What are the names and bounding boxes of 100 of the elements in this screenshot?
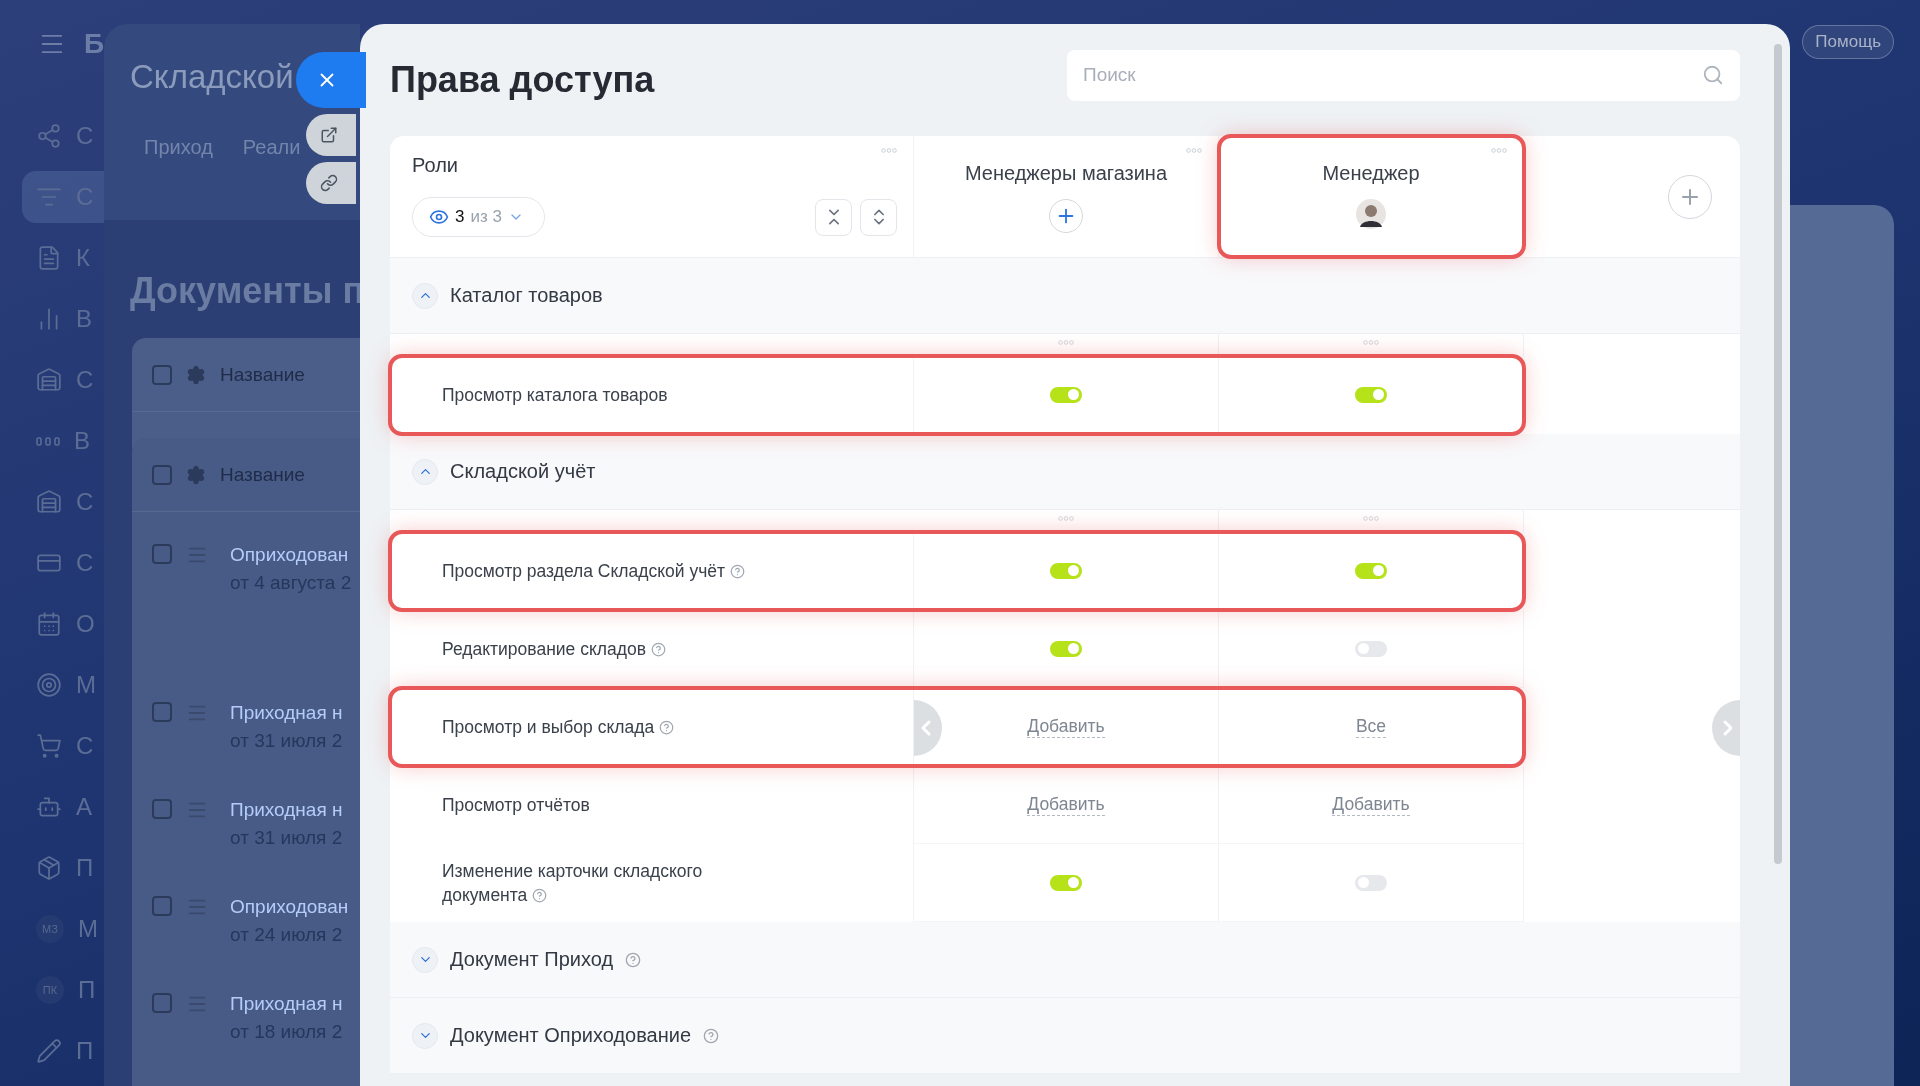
add-button[interactable] <box>1049 199 1083 233</box>
toggle-switch[interactable] <box>1355 562 1387 579</box>
gear-icon[interactable] <box>186 364 206 385</box>
toggle-switch[interactable] <box>1050 386 1082 403</box>
close-button[interactable] <box>296 52 366 108</box>
access-link[interactable]: Добавить <box>1027 714 1105 739</box>
box-icon <box>36 855 62 881</box>
dots-icon[interactable] <box>881 148 897 153</box>
eye-icon <box>429 207 449 227</box>
checkbox[interactable] <box>152 993 172 1013</box>
permission-name: Просмотр каталога товаров <box>442 383 668 407</box>
document-link[interactable]: Приходная н <box>230 799 343 821</box>
brand-letter: Б <box>83 28 104 60</box>
section-toggle[interactable] <box>412 1022 438 1049</box>
role-title: Менеджер <box>1322 162 1420 185</box>
copy-link-button[interactable] <box>306 162 356 204</box>
panel-title: Складской <box>130 58 294 96</box>
toggle-switch[interactable] <box>1355 640 1387 657</box>
sidebar-item[interactable]: О <box>22 598 104 650</box>
target-icon <box>36 672 62 698</box>
add-role-button[interactable] <box>1668 174 1712 219</box>
open-new-window-button[interactable] <box>306 114 356 156</box>
sidebar-item[interactable]: М <box>22 659 104 711</box>
dots-icon[interactable] <box>1491 148 1507 153</box>
sidebar-item[interactable]: П <box>22 842 104 894</box>
gear-icon[interactable] <box>186 464 206 485</box>
avatar <box>1356 199 1386 229</box>
sidebar-item[interactable]: С <box>22 720 104 772</box>
pencil-icon <box>36 1038 62 1064</box>
sidebar-item[interactable]: А <box>22 781 104 833</box>
roles-label: Роли <box>412 154 459 177</box>
access-link[interactable]: Добавить <box>1332 792 1410 817</box>
checkbox[interactable] <box>152 702 172 722</box>
toggle-switch[interactable] <box>1355 874 1387 891</box>
tab[interactable]: Приход <box>144 136 213 159</box>
help-icon[interactable] <box>650 641 666 657</box>
tab[interactable]: Реали <box>242 136 301 159</box>
document-link[interactable]: Оприходован <box>230 896 349 918</box>
robot-icon <box>36 794 62 820</box>
search-icon[interactable] <box>1702 63 1724 86</box>
toggle-switch[interactable] <box>1050 874 1082 891</box>
roles-filter[interactable]: 3 из 3 <box>412 197 545 237</box>
cart-icon <box>36 733 62 759</box>
dots-icon[interactable] <box>1363 340 1379 345</box>
total-count: из 3 <box>470 207 502 227</box>
dots-icon <box>36 436 60 446</box>
section-toggle[interactable] <box>412 458 438 485</box>
checkbox[interactable] <box>152 544 172 564</box>
link-icon <box>320 174 338 192</box>
dots-icon[interactable] <box>1058 340 1074 345</box>
scroll-right-button[interactable] <box>1712 700 1740 756</box>
section-title: Складской учёт <box>450 460 596 483</box>
dots-icon[interactable] <box>1058 516 1074 521</box>
permission-name: Редактирование складов <box>442 636 666 662</box>
scrollbar[interactable] <box>1774 44 1782 864</box>
permission-name: Просмотр раздела Складской учёт <box>442 558 745 584</box>
toggle-switch[interactable] <box>1050 562 1082 579</box>
toggle-switch[interactable] <box>1355 386 1387 403</box>
dots-icon[interactable] <box>1363 516 1379 521</box>
section-title: Документ Оприходование <box>450 1024 692 1047</box>
expand-button[interactable] <box>860 198 897 236</box>
collapse-button[interactable] <box>815 198 852 236</box>
external-link-icon <box>320 126 338 144</box>
section-title: Документ Приход <box>450 948 614 971</box>
column-header: Название <box>220 463 305 486</box>
help-icon[interactable] <box>532 888 548 903</box>
role-title: Менеджеры магазина <box>964 162 1168 185</box>
search-field[interactable]: Поиск <box>1067 49 1740 101</box>
document-link[interactable]: Приходная н <box>230 702 343 724</box>
sidebar-item[interactable]: С <box>22 537 104 589</box>
section-toggle[interactable] <box>412 282 438 309</box>
permission-name: Просмотр отчётов <box>442 793 590 817</box>
permission-name: Просмотр и выбор склада <box>442 714 674 740</box>
checkbox[interactable] <box>152 896 172 916</box>
checkbox[interactable] <box>152 464 172 485</box>
document-link[interactable]: Приходная н <box>230 993 343 1015</box>
dialog-title: Права доступа <box>390 59 655 101</box>
column-header: Название <box>220 363 305 386</box>
toggle-switch[interactable] <box>1050 640 1082 657</box>
section-toggle[interactable] <box>412 946 438 973</box>
section-title: Каталог товаров <box>450 284 603 307</box>
calendar-icon <box>36 611 62 637</box>
permission-name: Изменение карточки складского документа <box>442 859 704 907</box>
sidebar-item[interactable]: С <box>22 476 104 528</box>
help-icon[interactable] <box>659 719 674 735</box>
help-icon[interactable] <box>703 1027 720 1044</box>
shown-count: 3 <box>455 207 465 227</box>
checkbox[interactable] <box>152 364 172 385</box>
sidebar-item[interactable]: П <box>22 1025 104 1077</box>
help-icon[interactable] <box>729 563 745 579</box>
access-link[interactable]: Все <box>1355 714 1387 739</box>
document-icon <box>36 245 62 271</box>
warehouse-icon <box>36 367 62 393</box>
warehouse-icon <box>36 489 62 515</box>
document-link[interactable]: Оприходован <box>230 544 352 566</box>
help-icon[interactable] <box>625 951 642 968</box>
checkbox[interactable] <box>152 799 172 819</box>
access-link[interactable]: Добавить <box>1027 792 1105 817</box>
help-button[interactable]: Помощь <box>1802 25 1894 59</box>
dots-icon[interactable] <box>1186 148 1202 153</box>
